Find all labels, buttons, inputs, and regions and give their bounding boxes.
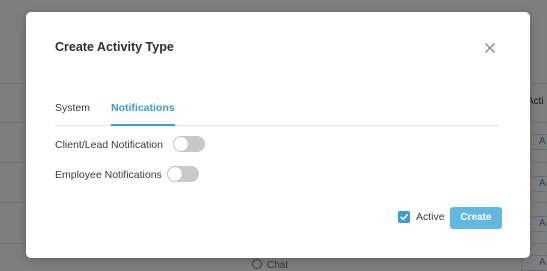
tab-system[interactable]: System — [55, 102, 90, 124]
dialog-title: Create Activity Type — [55, 40, 174, 54]
employee-notifications-label: Employee Notifications — [55, 169, 162, 181]
client-lead-notification-toggle[interactable] — [173, 136, 205, 152]
active-checkbox[interactable] — [398, 211, 410, 223]
toggle-knob — [174, 137, 188, 151]
tab-notifications[interactable]: Notifications — [111, 102, 175, 126]
check-icon — [400, 214, 408, 221]
active-label: Active — [416, 211, 445, 223]
employee-notifications-toggle[interactable] — [167, 166, 199, 182]
close-button[interactable] — [482, 40, 498, 56]
create-activity-type-dialog: Create Activity Type System Notification… — [26, 12, 530, 258]
close-icon — [485, 43, 495, 53]
create-button[interactable]: Create — [450, 207, 502, 229]
toggle-knob — [168, 167, 182, 181]
client-lead-notification-label: Client/Lead Notification — [55, 139, 163, 151]
tab-bar: System Notifications — [55, 96, 499, 126]
